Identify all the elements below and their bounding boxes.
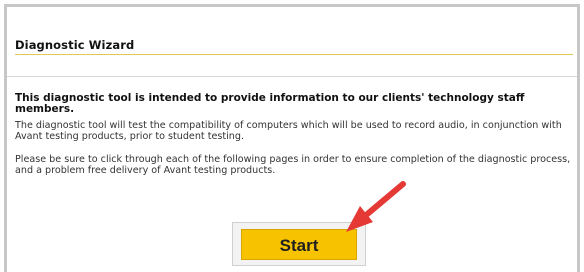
wizard-title: Diagnostic Wizard (15, 38, 135, 52)
wizard-paragraph-compatibility: The diagnostic tool will test the compat… (15, 120, 562, 142)
wizard-intro: This diagnostic tool is intended to prov… (15, 92, 525, 115)
red-arrow-icon (346, 181, 406, 232)
wizard-paragraph-instructions: Please be sure to click through each of … (15, 154, 571, 176)
panel-divider (7, 76, 577, 77)
title-underline (15, 54, 573, 55)
